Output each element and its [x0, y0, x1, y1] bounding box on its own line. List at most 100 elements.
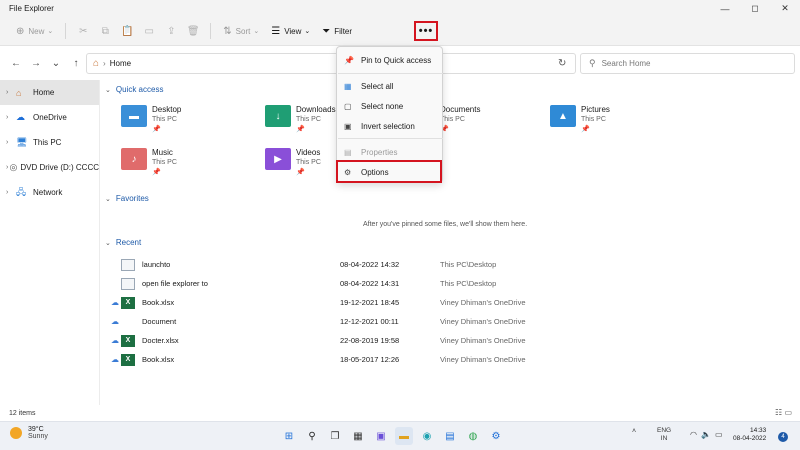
clock-time: 14:33 — [749, 427, 767, 434]
menu-item-pin-quick-access[interactable]: 📌 Pin to Quick access — [337, 50, 442, 70]
clock[interactable]: 14:33 08-04-2022 — [733, 427, 766, 443]
store-icon[interactable]: ▤ — [441, 427, 459, 445]
view-button[interactable]: ☰ View ⌄ — [265, 20, 316, 42]
excel-file-icon: X — [121, 334, 135, 347]
recent-row[interactable]: ☁ X Book.xlsx 18-05-2017 12:26 Viney Dhi… — [101, 350, 800, 369]
maximize-button[interactable]: ◻ — [740, 0, 770, 17]
task-view-icon[interactable]: ❐ — [326, 427, 344, 445]
rename-icon[interactable]: ▭ — [138, 20, 160, 42]
downloads-folder-icon: ↓ — [265, 105, 291, 127]
battery-icon: ▭ — [714, 430, 727, 439]
chrome-icon[interactable]: ◍ — [464, 427, 482, 445]
sidebar-item-dvd-drive[interactable]: › ◎ DVD Drive (D:) CCCC — [0, 155, 99, 180]
temperature: 39°C — [28, 426, 44, 433]
view-toggle-icon[interactable]: ☷ ▭ — [775, 408, 792, 417]
properties-icon: ▤ — [344, 147, 352, 157]
quick-access-pictures[interactable]: ▲ Pictures This PC 📌 — [550, 105, 700, 133]
search-box[interactable]: ⚲ Search Home — [580, 53, 795, 74]
quick-access-desktop[interactable]: ▬ Desktop This PC 📌 — [121, 105, 271, 133]
weather-widget[interactable]: 39°C Sunny — [10, 426, 48, 440]
widgets-icon[interactable]: ▦ — [349, 427, 367, 445]
cloud-icon: ☁ — [111, 298, 119, 307]
file-location: Viney Dhiman's OneDrive — [440, 317, 526, 326]
start-icon[interactable]: ⊞ — [280, 427, 298, 445]
new-button[interactable]: ⊕ New ⌄ — [10, 20, 59, 42]
up-arrow-icon[interactable]: ↑ — [66, 58, 86, 69]
file-name: Docter.xlsx — [142, 336, 179, 345]
recent-row[interactable]: launchto 08-04-2022 14:32 This PC\Deskto… — [101, 255, 800, 274]
back-arrow-icon[interactable]: ← — [6, 58, 26, 69]
delete-icon[interactable]: 🗑 — [182, 20, 204, 42]
search-icon: ⚲ — [589, 58, 596, 68]
minimize-button[interactable]: — — [710, 0, 740, 17]
pc-icon: 🖥 — [16, 137, 28, 147]
menu-item-select-none[interactable]: ▢ Select none — [337, 96, 442, 116]
address-bar[interactable]: ⌂ › Home — [86, 53, 576, 74]
recent-row[interactable]: ☁ X Docter.xlsx 22-08-2019 19:58 Viney D… — [101, 331, 800, 350]
search-icon[interactable]: ⚲ — [303, 427, 321, 445]
copy-icon[interactable]: ⧉ — [94, 20, 116, 42]
sort-button[interactable]: ⇅ Sort ⌄ — [217, 20, 265, 42]
file-name: Document — [142, 317, 177, 326]
recent-row[interactable]: ☁ Document 12-12-2021 00:11 Viney Dhiman… — [101, 312, 800, 331]
chevron-right-icon[interactable]: › — [6, 139, 16, 146]
file-name: Book.xlsx — [142, 298, 175, 307]
pin-icon: 📌 — [296, 126, 305, 133]
chat-icon[interactable]: ▣ — [372, 427, 390, 445]
chevron-right-icon[interactable]: › — [6, 114, 16, 121]
pin-icon: 📌 — [440, 126, 449, 133]
options-highlight-box — [336, 160, 442, 183]
recent-locations-chevron-icon[interactable]: ⌄ — [46, 58, 66, 69]
sidebar-item-this-pc[interactable]: › 🖥 This PC — [0, 130, 99, 155]
sidebar-item-home[interactable]: › ⌂ Home — [0, 80, 99, 105]
sidebar-item-network[interactable]: › 🖧 Network — [0, 180, 99, 205]
edge-icon[interactable]: ◉ — [418, 427, 436, 445]
menu-item-select-all[interactable]: ▦ Select all — [337, 76, 442, 96]
file-date: 22-08-2019 19:58 — [340, 336, 400, 345]
system-status-icons[interactable]: ◠🔈▭ — [690, 430, 727, 439]
chevron-down-icon: ⌄ — [105, 239, 111, 247]
file-explorer-icon[interactable]: ▬ — [395, 427, 413, 445]
favorites-header[interactable]: ⌄ Favorites — [105, 194, 149, 203]
menu-item-invert-selection[interactable]: ▣ Invert selection — [337, 116, 442, 136]
excel-file-icon: X — [121, 296, 135, 309]
recent-row[interactable]: open file explorer to 08-04-2022 14:31 T… — [101, 274, 800, 293]
language-indicator[interactable]: ENG IN — [657, 427, 671, 443]
language-code: ENG — [657, 427, 672, 434]
section-title: Favorites — [115, 194, 149, 203]
file-location: Viney Dhiman's OneDrive — [440, 336, 526, 345]
window-controls: — ◻ ✕ — [710, 0, 800, 17]
view-label: View — [284, 26, 302, 36]
file-date: 19-12-2021 18:45 — [340, 298, 400, 307]
paste-icon[interactable]: 📋 — [116, 20, 138, 42]
folder-name: Desktop — [152, 105, 182, 114]
breadcrumb-home[interactable]: Home — [110, 59, 131, 68]
title-bar: File Explorer — ◻ ✕ — [0, 0, 800, 17]
close-button[interactable]: ✕ — [770, 0, 800, 17]
share-icon[interactable]: ⇪ — [160, 20, 182, 42]
quick-access-header[interactable]: ⌄ Quick access — [105, 85, 163, 94]
menu-item-properties[interactable]: ▤ Properties — [337, 142, 442, 162]
settings-app-icon[interactable]: ⚙ — [487, 427, 505, 445]
sort-icon: ⇅ — [223, 25, 232, 37]
quick-access-music[interactable]: ♪ Music This PC 📌 — [121, 148, 271, 176]
see-more-button[interactable]: ••• — [414, 21, 438, 41]
clock-date: 08-04-2022 — [733, 435, 767, 442]
chevron-right-icon[interactable]: › — [6, 89, 16, 96]
tray-expand-icon[interactable]: ˄ — [632, 428, 636, 435]
filter-button[interactable]: ⏷ Filter — [316, 20, 358, 42]
cut-icon[interactable]: ✂ — [72, 20, 94, 42]
forward-arrow-icon[interactable]: → — [26, 58, 46, 69]
chevron-right-icon[interactable]: › — [6, 189, 16, 196]
music-folder-icon: ♪ — [121, 148, 147, 170]
recent-row[interactable]: ☁ X Book.xlsx 19-12-2021 18:45 Viney Dhi… — [101, 293, 800, 312]
sidebar-item-label: This PC — [33, 138, 62, 147]
sidebar-item-onedrive[interactable]: › ☁ OneDrive — [0, 105, 99, 130]
recent-header[interactable]: ⌄ Recent — [105, 238, 141, 247]
volume-icon: 🔈 — [700, 430, 715, 439]
menu-item-label: Select none — [361, 101, 404, 111]
refresh-icon[interactable]: ↻ — [558, 58, 566, 69]
status-bar: 12 items ☷ ▭ — [0, 405, 800, 421]
search-placeholder: Search Home — [601, 59, 651, 68]
notification-badge[interactable]: 4 — [778, 432, 788, 442]
